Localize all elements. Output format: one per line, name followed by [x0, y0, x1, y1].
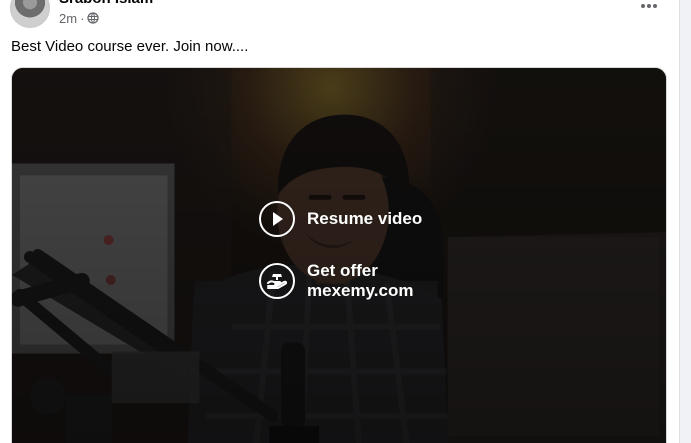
author-avatar[interactable] — [10, 0, 50, 28]
play-icon — [273, 212, 283, 226]
more-horizontal-icon — [641, 4, 657, 8]
play-icon-circle — [259, 201, 295, 237]
video-thumbnail — [12, 68, 666, 443]
feed-background-strip — [679, 0, 691, 443]
feed-post: Srabon Islam 2m · Best Video course ever… — [0, 0, 679, 443]
offer-domain: mexemy.com — [307, 281, 414, 300]
get-offer-label: Get offer — [307, 261, 378, 280]
post-text: Best Video course ever. Join now.... — [11, 38, 249, 55]
globe-icon — [87, 12, 100, 24]
offer-hand-icon — [267, 274, 288, 289]
resume-video-label: Resume video — [307, 209, 423, 228]
post-meta: 2m · — [59, 10, 100, 26]
offer-icon-circle — [259, 263, 295, 299]
video-player[interactable]: Resume video Get offer mexemy.com — [11, 67, 667, 443]
author-name[interactable]: Srabon Islam — [59, 0, 153, 9]
get-offer-text: Get offer mexemy.com — [307, 261, 413, 301]
post-options-button[interactable] — [634, 0, 664, 18]
resume-video-button[interactable]: Resume video — [259, 201, 422, 237]
meta-separator: · — [80, 10, 85, 26]
get-offer-button[interactable]: Get offer mexemy.com — [259, 261, 413, 301]
post-time[interactable]: 2m — [59, 11, 77, 26]
